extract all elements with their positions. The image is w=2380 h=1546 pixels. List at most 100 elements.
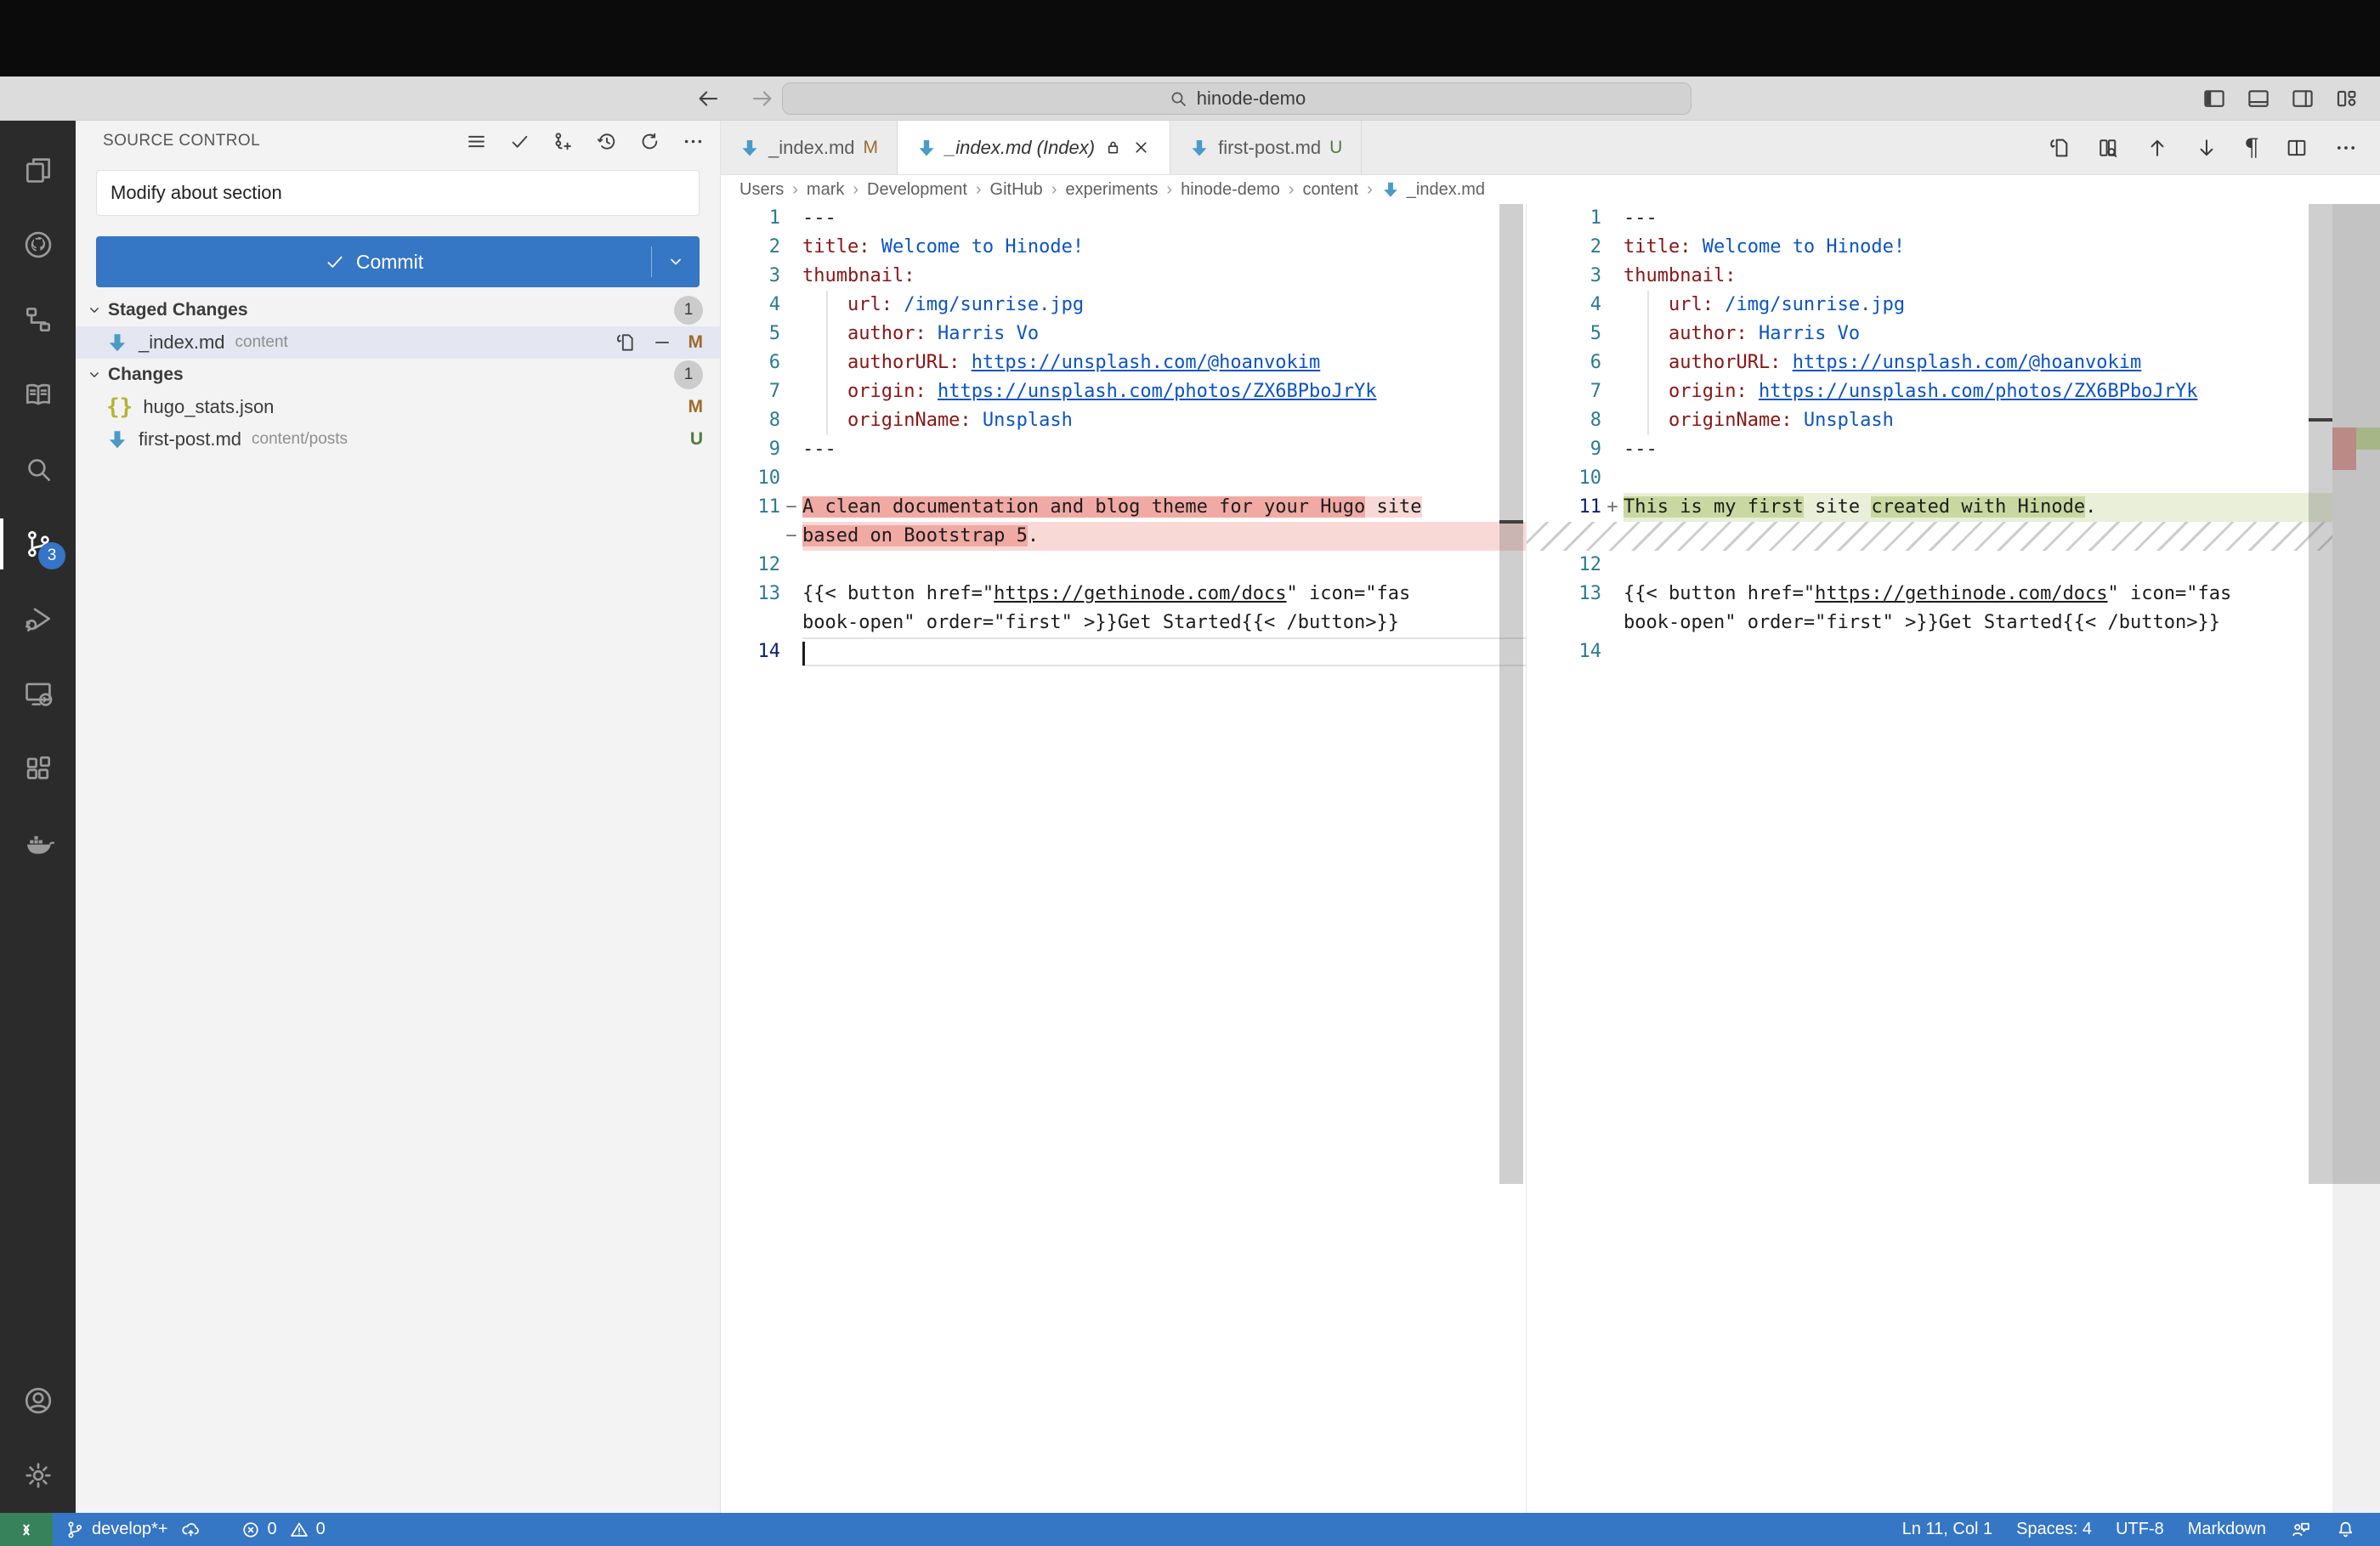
code-row[interactable]: 13{{< button href="https://gethinode.com… (1527, 580, 2332, 609)
scm-file-row[interactable]: _index.mdcontentM (76, 326, 720, 359)
breadcrumb-file[interactable]: _index.md (1381, 180, 1485, 200)
code-row[interactable]: 6 authorURL: https://unsplash.com/@hoanv… (721, 348, 1527, 377)
activity-item-source-control[interactable]: 3 (0, 507, 76, 581)
tab--index-md[interactable]: _index.mdM (721, 121, 898, 174)
editor-action-pilcrow[interactable]: ¶ (2244, 133, 2259, 161)
code-row[interactable]: 8 originName: Unsplash (721, 406, 1527, 435)
encoding-item[interactable]: UTF-8 (2104, 1513, 2176, 1546)
feedback-item[interactable] (2278, 1513, 2323, 1546)
code-row[interactable]: 1--- (1527, 204, 2332, 233)
custom-toggle-button[interactable] (2334, 86, 2360, 111)
original-scrollbar[interactable] (1499, 204, 1523, 1184)
code-row[interactable]: 12 (721, 551, 1527, 580)
activity-item-files[interactable] (0, 133, 76, 207)
activity-item-docker[interactable] (0, 806, 76, 881)
activity-item-extensions[interactable] (0, 731, 76, 806)
nav-forward-icon[interactable] (750, 86, 775, 111)
code-row[interactable]: book-open" order="first" >}}Get Started{… (1527, 609, 2332, 637)
code-row[interactable]: 4 url: /img/sunrise.jpg (721, 291, 1527, 320)
remote-indicator[interactable] (0, 1513, 53, 1546)
code-row[interactable]: book-open" order="first" >}}Get Started{… (721, 609, 1527, 637)
publish-cloud-icon (180, 1519, 201, 1540)
code-row[interactable]: 10 (721, 464, 1527, 493)
code-row[interactable]: 13{{< button href="https://gethinode.com… (721, 580, 1527, 609)
code-row[interactable]: 7 origin: https://unsplash.com/photos/ZX… (721, 377, 1527, 406)
activity-item-gear[interactable] (0, 1438, 76, 1513)
activity-item-remote[interactable] (0, 656, 76, 731)
code-row[interactable]: 11+This is my first site created with Hi… (1527, 493, 2332, 522)
breadcrumb-item[interactable]: mark (807, 180, 844, 200)
branch-status-item[interactable]: develop*+ (53, 1513, 213, 1546)
panel-toggle-button[interactable] (2246, 86, 2271, 111)
code-row[interactable]: 2title: Welcome to Hinode! (1527, 233, 2332, 262)
breadcrumb-item[interactable]: GitHub (990, 180, 1043, 200)
code-row[interactable]: 12 (1527, 551, 2332, 580)
commit-button[interactable]: Commit (96, 236, 700, 287)
code-row[interactable] (1527, 522, 2332, 551)
activity-item-hierarchy[interactable] (0, 282, 76, 357)
breadcrumb-item[interactable]: Development (867, 180, 967, 200)
tab-first-post-md[interactable]: first-post.mdU (1170, 121, 1362, 174)
nav-back-icon[interactable] (695, 86, 721, 111)
scm-action-minus-button[interactable] (651, 331, 673, 354)
breadcrumb-item[interactable]: experiments (1065, 180, 1158, 200)
scm-check-button[interactable] (508, 130, 531, 153)
original-pane[interactable]: 1---2title: Welcome to Hinode!3thumbnail… (721, 204, 1527, 1513)
code-row[interactable]: 14 (721, 637, 1527, 666)
scm-section-header[interactable]: Staged Changes1 (76, 294, 720, 326)
activity-item-github[interactable] (0, 207, 76, 282)
activity-item-account[interactable] (0, 1363, 76, 1438)
editor-action-file-go[interactable] (2047, 136, 2071, 160)
scm-refresh-button[interactable] (638, 130, 661, 153)
problems-status-item[interactable]: 0 0 (229, 1513, 337, 1546)
editor-action-diff-inline[interactable] (2096, 136, 2120, 160)
language-mode-item[interactable]: Markdown (2176, 1513, 2278, 1546)
scm-more-button[interactable] (682, 130, 705, 153)
code-segment: Harris Vo (1748, 323, 1860, 344)
code-row[interactable]: −based on Bootstrap 5. (721, 522, 1527, 551)
scm-action-file-go-button[interactable] (614, 331, 636, 354)
command-center-search[interactable]: hinode-demo (782, 82, 1692, 115)
scm-list-button[interactable] (465, 130, 488, 153)
modified-scrollbar[interactable] (2309, 204, 2332, 1184)
code-row[interactable]: 10 (1527, 464, 2332, 493)
notifications-item[interactable] (2323, 1513, 2368, 1546)
sidebar-right-toggle-button[interactable] (2290, 86, 2315, 111)
scm-branch-plus-button[interactable] (552, 130, 575, 153)
editor-action-arrow-up[interactable] (2145, 136, 2169, 160)
commit-message-input[interactable] (96, 170, 700, 216)
code-row[interactable]: 11−A clean documentation and blog theme … (721, 493, 1527, 522)
scm-file-row[interactable]: first-post.mdcontent/postsU (76, 423, 720, 456)
hierarchy-icon (22, 303, 54, 336)
search-value: hinode-demo (1197, 88, 1306, 110)
code-row[interactable]: 3thumbnail: (721, 262, 1527, 291)
scm-section-header[interactable]: Changes1 (76, 359, 720, 391)
activity-item-debug[interactable] (0, 581, 76, 656)
editor-action-split[interactable] (2285, 136, 2309, 160)
cursor-position-item[interactable]: Ln 11, Col 1 (1890, 1513, 2004, 1546)
diff-editor[interactable]: 1---2title: Welcome to Hinode!3thumbnail… (721, 204, 2380, 1513)
breadcrumb-item[interactable]: hinode-demo (1181, 180, 1280, 200)
line-number (721, 522, 780, 551)
commit-dropdown-button[interactable] (652, 252, 700, 272)
code-row[interactable]: 3thumbnail: (1527, 262, 2332, 291)
breadcrumb-item[interactable]: content (1303, 180, 1359, 200)
code-row[interactable]: 9--- (721, 435, 1527, 464)
editor-action-arrow-down[interactable] (2195, 136, 2218, 160)
code-row[interactable]: 5 author: Harris Vo (721, 320, 1527, 348)
tab-close-button[interactable] (1131, 138, 1151, 157)
code-row[interactable]: 9--- (1527, 435, 2332, 464)
code-segment: " icon="fas (1287, 583, 1411, 604)
scm-history-button[interactable] (595, 130, 618, 153)
breadcrumb-item[interactable]: Users (740, 180, 784, 200)
code-row[interactable]: 1--- (721, 204, 1527, 233)
code-row[interactable]: 2title: Welcome to Hinode! (721, 233, 1527, 262)
indentation-item[interactable]: Spaces: 4 (2004, 1513, 2104, 1546)
scm-file-row[interactable]: {}hugo_stats.jsonM (76, 391, 720, 423)
code-row[interactable]: 14 (1527, 637, 2332, 666)
activity-item-book[interactable] (0, 357, 76, 432)
sidebar-left-toggle-button[interactable] (2202, 86, 2227, 111)
activity-item-search[interactable] (0, 432, 76, 507)
editor-action-more[interactable] (2334, 136, 2358, 160)
tab--index-md-index-[interactable]: _index.md (Index) (898, 121, 1170, 174)
